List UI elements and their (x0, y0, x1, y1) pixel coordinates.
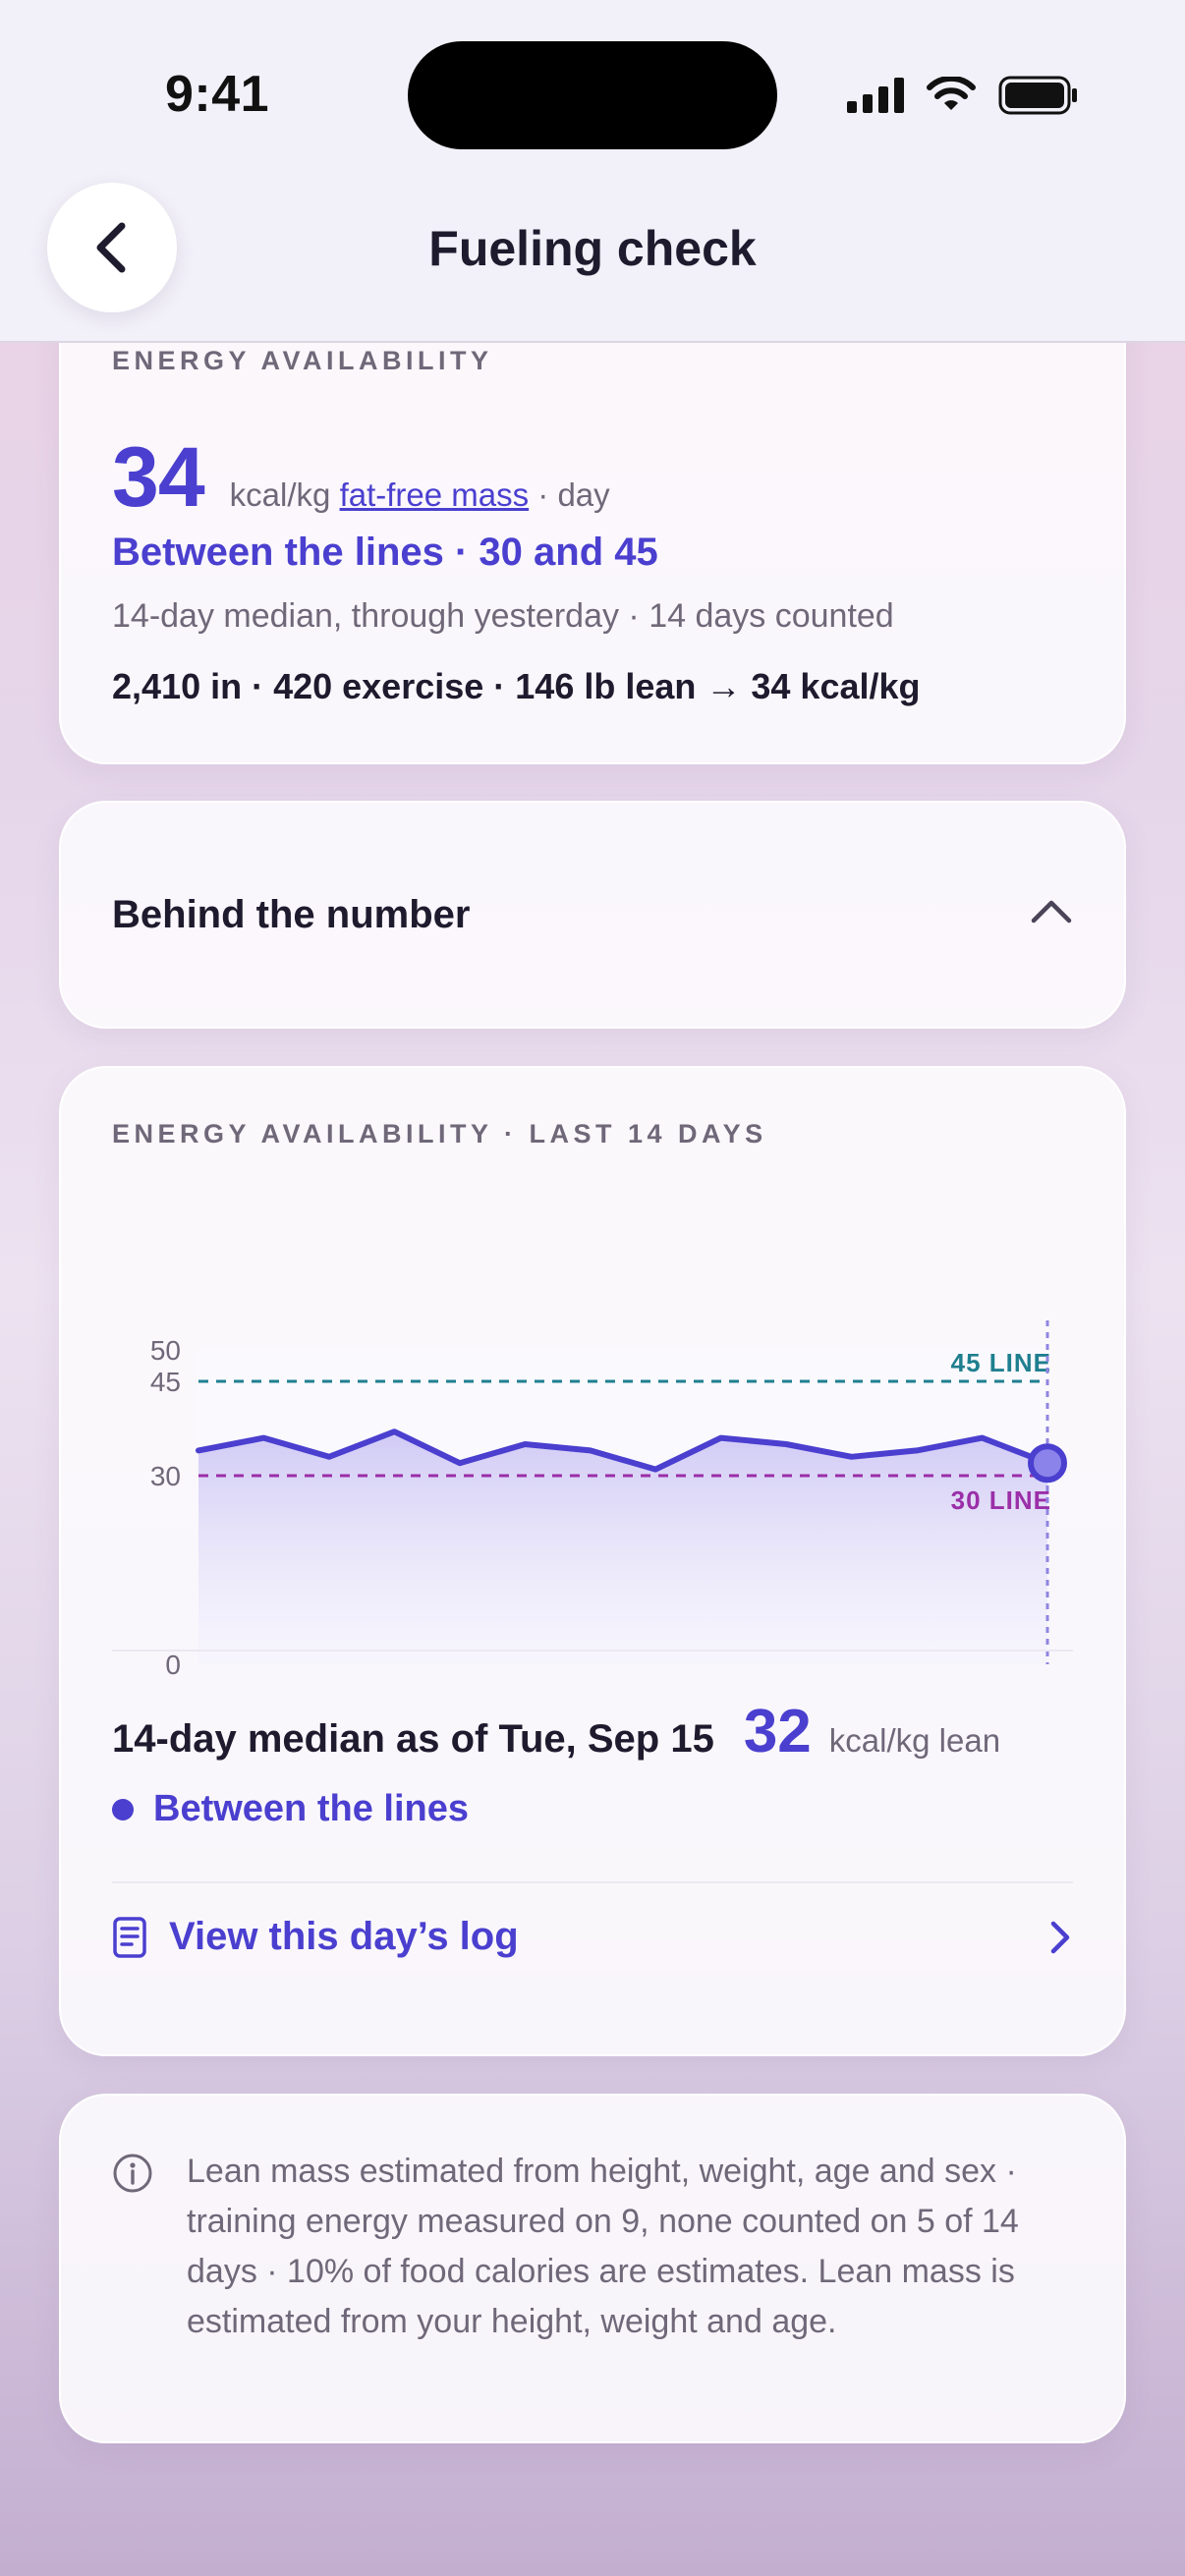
chart-eyebrow: ENERGY AVAILABILITY · LAST 14 DAYS (112, 1119, 767, 1148)
median-status: Between the lines (112, 1788, 469, 1830)
summary-eyebrow: ENERGY AVAILABILITY (112, 346, 493, 375)
page-title: Fueling check (428, 221, 757, 276)
series-area (198, 1431, 1047, 1664)
methodology-note-card: Lean mass estimated from height, weight,… (59, 2094, 1126, 2443)
y-tick-label: 45 (150, 1367, 181, 1397)
battery-icon (998, 76, 1077, 115)
behind-the-number-toggle[interactable]: Behind the number (59, 801, 1126, 1029)
energy-availability-unit: kcal/kg fat-free mass · day (230, 476, 610, 514)
energy-availability-summary-card: ENERGY AVAILABILITY 34 kcal/kg fat-free … (59, 295, 1126, 764)
median-row: 14-day median as of Tue, Sep 15 32 kcal/… (112, 1697, 1073, 1766)
dynamic-island (408, 41, 777, 149)
energy-availability-value: 34 (112, 430, 205, 525)
unit-suffix: · day (537, 476, 610, 513)
fat-free-mass-link[interactable]: fat-free mass (340, 476, 530, 513)
reference-label-30: 30 LINE (951, 1485, 1051, 1515)
view-day-log-label: View this day’s log (169, 1915, 519, 1958)
status-dot (112, 1798, 134, 1820)
log-divider (112, 1881, 1073, 1883)
selected-data-point (1028, 1443, 1067, 1484)
chart-divider (112, 1650, 1073, 1652)
energy-availability-chart-card: ENERGY AVAILABILITY · LAST 14 DAYS 45 LI… (59, 1066, 1126, 2056)
top-bar: 9:41 Fueling check (0, 0, 1185, 343)
y-tick-label: 0 (165, 1650, 181, 1680)
median-title: 14-day median as of Tue, Sep 15 (112, 1717, 714, 1761)
methodology-note: Lean mass estimated from height, weight,… (187, 2153, 1019, 2340)
unit-prefix: kcal/kg (229, 476, 331, 513)
median-value: 32 (743, 1698, 812, 1765)
cellular-signal-icon (847, 78, 904, 113)
energy-availability-chart[interactable]: 45 LINE30 LINE5045300kcal/kg lean · 14 d… (61, 1186, 1128, 1716)
reference-label-45: 45 LINE (951, 1348, 1051, 1377)
summary-value-row: 34 kcal/kg fat-free mass · day (112, 429, 610, 527)
median-unit: kcal/kg lean (828, 1722, 1001, 1759)
y-tick-label: 50 (150, 1335, 181, 1366)
wifi-icon (927, 77, 976, 110)
summary-calculation: 2,410 in · 420 exercise · 146 lb lean → … (112, 666, 921, 706)
log-document-icon (113, 1916, 146, 1958)
median-status-label: Between the lines (153, 1788, 469, 1829)
y-tick-label: 30 (150, 1461, 181, 1491)
chevron-up-icon (1031, 900, 1072, 924)
summary-subtitle: 14-day median, through yesterday · 14 da… (112, 597, 894, 635)
status-icons (847, 71, 1079, 120)
behind-the-number-label: Behind the number (112, 893, 471, 936)
chevron-right-icon (1050, 1921, 1070, 1953)
summary-status: Between the lines · 30 and 45 (112, 531, 658, 574)
status-time: 9:41 (165, 66, 270, 123)
info-icon (113, 2154, 152, 2193)
view-day-log-button[interactable]: View this day’s log (112, 1915, 1073, 1959)
